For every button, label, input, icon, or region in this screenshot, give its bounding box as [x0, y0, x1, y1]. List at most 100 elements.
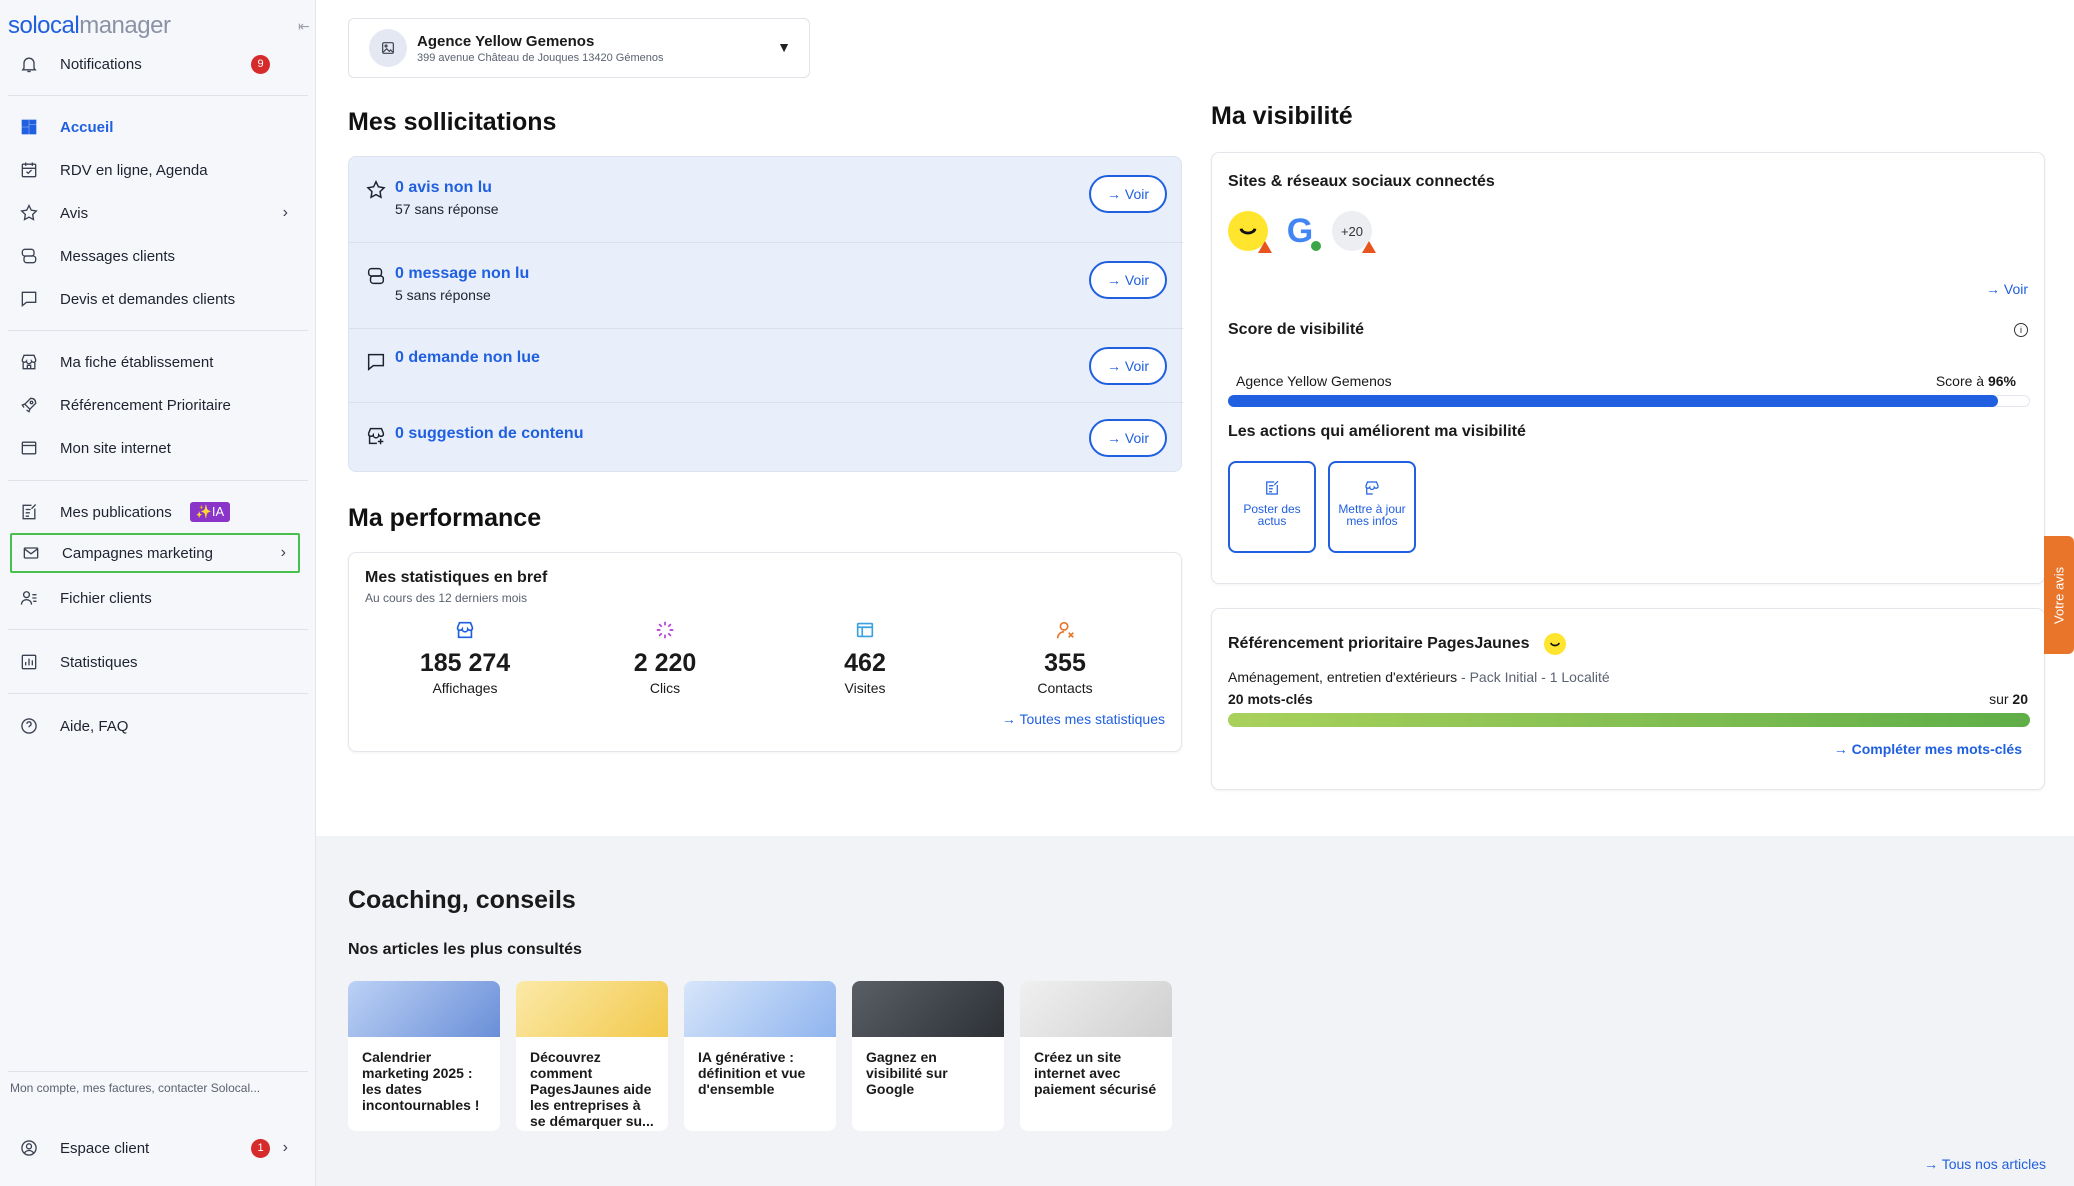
solicitation-row-avis: 0 avis non lu 57 sans réponse → Voir [349, 157, 1183, 243]
solicitation-title[interactable]: 0 suggestion de contenu [395, 425, 583, 443]
store-icon [365, 619, 565, 645]
article-image [1020, 981, 1172, 1037]
sidebar-item-messages[interactable]: Messages clients [10, 236, 300, 276]
warning-icon [1362, 241, 1376, 253]
voir-suggestions-button[interactable]: → Voir [1089, 419, 1167, 457]
solicitations-title: Mes sollicitations [348, 108, 557, 136]
score-title: Score de visibilité [1228, 321, 1365, 338]
browser-icon [14, 438, 44, 458]
actions-title: Les actions qui améliorent ma visibilité [1228, 423, 1526, 440]
store-edit-icon [1330, 479, 1414, 497]
keywords-max: sur 20 [1989, 691, 2028, 707]
article-card[interactable]: IA générative : définition et vue d'ense… [684, 981, 836, 1131]
voir-demandes-button[interactable]: → Voir [1089, 347, 1167, 385]
complete-keywords-link[interactable]: → Compléter mes mots-clés [1834, 741, 2022, 757]
account-description: Mon compte, mes factures, contacter Solo… [10, 1081, 261, 1095]
visibility-title: Ma visibilité [1211, 102, 1353, 130]
stat-clics: 2 220 Clics [565, 619, 765, 696]
edit-document-icon [1230, 479, 1314, 497]
visibility-card: Sites & réseaux sociaux connectés G +20 … [1211, 152, 2045, 584]
messages-icon [14, 246, 44, 266]
referencement-category: Aménagement, entretien d'extérieurs - Pa… [1228, 669, 1610, 685]
dashboard-icon [14, 117, 44, 137]
google-logo-icon[interactable]: G [1280, 211, 1323, 253]
solicitation-row-demandes: 0 demande non lue → Voir [349, 329, 1183, 403]
sidebar-item-aide[interactable]: Aide, FAQ [10, 706, 300, 746]
sidebar-item-notifications[interactable]: Notifications 9 [10, 44, 300, 84]
sidebar-item-espace-client[interactable]: Espace client 1 › [10, 1128, 300, 1168]
update-infos-button[interactable]: Mettre à jour mes infos [1328, 461, 1416, 553]
user-circle-icon [14, 1138, 44, 1158]
establishment-selector[interactable]: Agence Yellow Gemenos 399 avenue Château… [348, 18, 810, 78]
chat-icon [365, 351, 387, 378]
chevron-right-icon: › [282, 204, 288, 221]
divider [8, 629, 308, 630]
article-card[interactable]: Calendrier marketing 2025 : les dates in… [348, 981, 500, 1131]
article-card[interactable]: Créez un site internet avec paiement séc… [1020, 981, 1172, 1131]
sidebar-item-site[interactable]: Mon site internet [10, 428, 300, 468]
users-list-icon [14, 588, 44, 608]
pagesjaunes-smile-icon [1543, 633, 1566, 655]
ia-badge: ✨IA [189, 502, 231, 522]
sites-title: Sites & réseaux sociaux connectés [1228, 173, 1495, 190]
bell-icon [14, 54, 44, 74]
sidebar-item-fichier[interactable]: Fichier clients [10, 578, 300, 618]
info-icon[interactable]: i [2014, 323, 2028, 337]
main-content: Agence Yellow Gemenos 399 avenue Château… [316, 0, 2074, 1186]
voir-messages-button[interactable]: → Voir [1089, 261, 1167, 299]
chat-icon [14, 289, 44, 309]
voir-avis-button[interactable]: → Voir [1089, 175, 1167, 213]
calendar-icon [14, 160, 44, 180]
all-stats-link[interactable]: → Toutes mes statistiques [1002, 711, 1165, 727]
rocket-icon [14, 395, 44, 415]
divider [8, 330, 308, 331]
click-burst-icon [565, 619, 765, 645]
solocal-logo[interactable]: solocalmanager [8, 12, 171, 40]
collapse-sidebar-icon[interactable]: ⇤ [298, 18, 310, 35]
stat-contacts: 355 Contacts [965, 619, 1165, 696]
divider [8, 1071, 308, 1072]
sidebar-item-statistiques[interactable]: Statistiques [10, 642, 300, 682]
article-image [852, 981, 1004, 1037]
check-icon [1309, 239, 1323, 253]
more-sites-icon[interactable]: +20 [1332, 211, 1376, 253]
voir-sites-link[interactable]: → Voir [1986, 281, 2028, 297]
solicitation-title[interactable]: 0 message non lu [395, 265, 529, 283]
poster-actus-button[interactable]: Poster des actus [1228, 461, 1316, 553]
notifications-badge: 9 [251, 54, 270, 74]
store-add-icon [365, 425, 387, 452]
score-bar-fill [1228, 395, 1998, 407]
sidebar-item-fiche[interactable]: Ma fiche établissement [10, 342, 300, 382]
solicitation-subtitle: 5 sans réponse [395, 287, 491, 303]
solicitation-title[interactable]: 0 avis non lu [395, 179, 492, 197]
all-articles-link[interactable]: → Tous nos articles [1924, 1156, 2046, 1172]
solicitation-subtitle: 57 sans réponse [395, 201, 499, 217]
sidebar-item-referencement[interactable]: Référencement Prioritaire [10, 385, 300, 425]
solicitations-card: 0 avis non lu 57 sans réponse → Voir 0 m… [348, 156, 1183, 472]
sidebar-item-accueil[interactable]: Accueil [10, 107, 300, 147]
keywords-progress-bar [1228, 713, 2030, 727]
article-card[interactable]: Découvrez comment PagesJaunes aide les e… [516, 981, 668, 1131]
sidebar-item-publications[interactable]: Mes publications ✨IA [10, 492, 300, 532]
article-image [348, 981, 500, 1037]
pagesjaunes-logo-icon[interactable] [1228, 211, 1272, 253]
divider [8, 95, 308, 96]
divider [8, 693, 308, 694]
solicitation-title[interactable]: 0 demande non lue [395, 349, 540, 367]
establishment-name: Agence Yellow Gemenos [417, 33, 595, 50]
browser-icon [765, 619, 965, 645]
divider [8, 480, 308, 481]
feedback-tab[interactable]: Votre avis [2044, 536, 2074, 654]
sidebar-item-campagnes[interactable]: Campagnes marketing › [10, 533, 300, 573]
chevron-right-icon: › [280, 544, 286, 561]
sidebar-item-devis[interactable]: Devis et demandes clients [10, 279, 300, 319]
mail-icon [16, 543, 46, 563]
messages-icon [365, 265, 387, 292]
article-card[interactable]: Gagnez en visibilité sur Google [852, 981, 1004, 1131]
sidebar-item-rdv[interactable]: RDV en ligne, Agenda [10, 150, 300, 190]
star-icon [365, 179, 387, 206]
store-icon [14, 352, 44, 372]
visibility-score: Agence Yellow Gemenos Score à 96% [1228, 365, 2030, 407]
coaching-subtitle: Nos articles les plus consultés [348, 941, 582, 958]
sidebar-item-avis[interactable]: Avis › [10, 193, 300, 233]
